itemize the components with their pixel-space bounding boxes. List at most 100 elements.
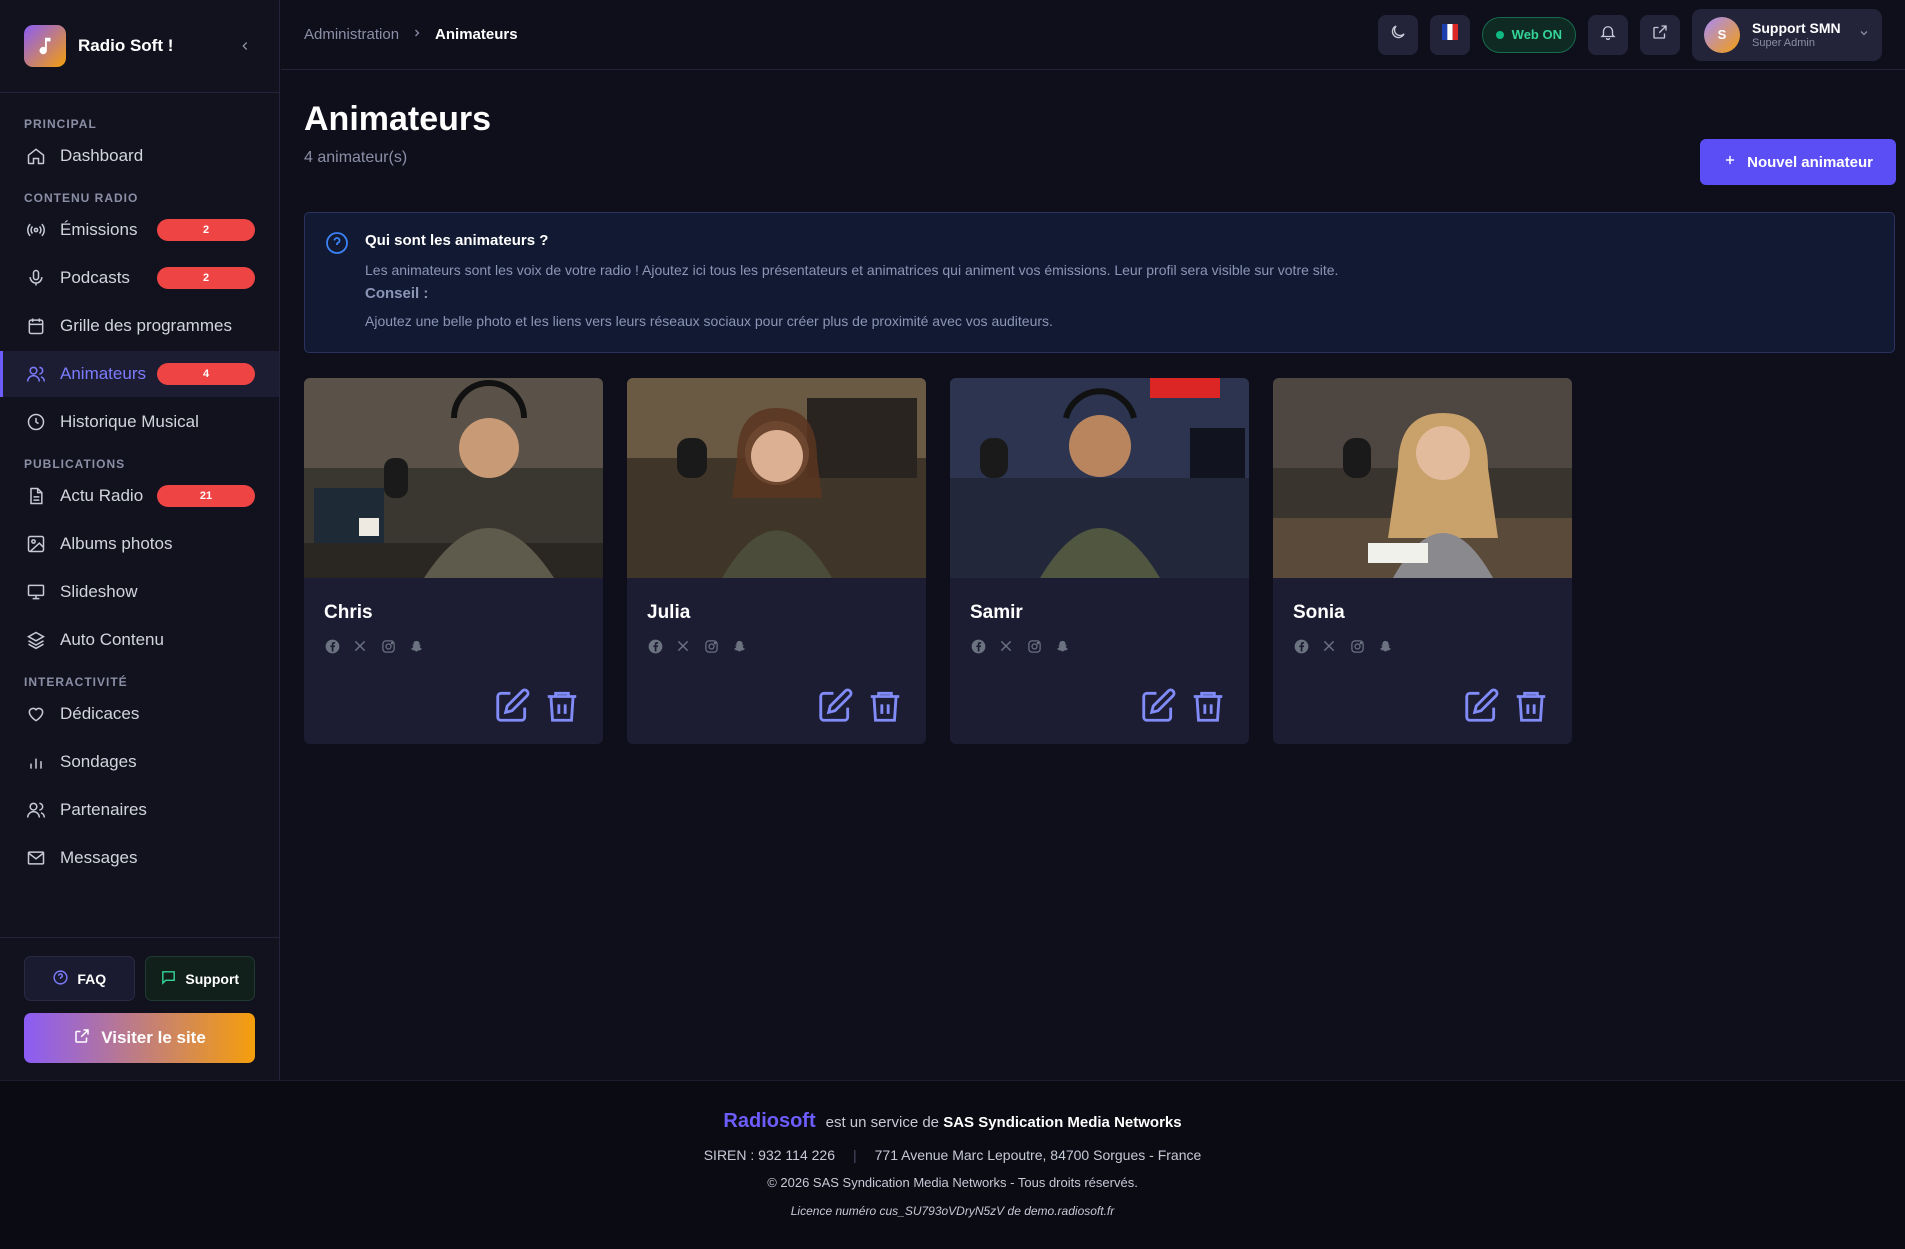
instagram-icon[interactable] [703, 638, 719, 654]
sidebar-item-animateurs[interactable]: Animateurs 4 [0, 351, 279, 397]
visit-site-button[interactable]: Visiter le site [24, 1013, 255, 1063]
snapchat-icon[interactable] [408, 638, 424, 654]
social-links [627, 624, 926, 654]
sidebar-item-dedicaces[interactable]: Dédicaces [0, 691, 279, 737]
sidebar-item-messages[interactable]: Messages [0, 835, 279, 881]
section-title-publications: PUBLICATIONS [24, 457, 126, 471]
sidebar-item-grille[interactable]: Grille des programmes [0, 303, 279, 349]
sidebar-item-label: Podcasts [60, 268, 130, 287]
sidebar-item-albums[interactable]: Albums photos [0, 521, 279, 567]
facebook-icon[interactable] [647, 638, 663, 654]
instagram-icon[interactable] [1349, 638, 1365, 654]
chevron-left-icon[interactable] [235, 36, 255, 56]
info-tip: Ajoutez une belle photo et les liens ver… [365, 313, 1053, 329]
sidebar-item-podcasts[interactable]: Podcasts 2 [0, 255, 279, 301]
sidebar-item-label: Actu Radio [60, 486, 144, 505]
status-dot-icon [1495, 30, 1504, 39]
animateur-photo [627, 378, 926, 578]
count-badge: 21 [157, 485, 255, 507]
sidebar-item-historique[interactable]: Historique Musical [0, 399, 279, 445]
info-box: Qui sont les animateurs ? Les animateurs… [304, 212, 1895, 353]
calendar-icon [26, 316, 46, 336]
facebook-icon[interactable] [324, 638, 340, 654]
sidebar-item-label: Albums photos [60, 534, 173, 553]
info-title: Qui sont les animateurs ? [365, 232, 549, 249]
animateur-card[interactable]: Sonia [1273, 378, 1572, 744]
faq-label: FAQ [77, 970, 107, 987]
sidebar-item-sondages[interactable]: Sondages [0, 739, 279, 785]
card-actions [816, 687, 904, 725]
chevron-down-icon [1858, 26, 1870, 44]
french-flag-icon [1441, 24, 1458, 45]
open-site-button[interactable] [1640, 14, 1680, 55]
user-menu[interactable]: S Support SMN Super Admin [1692, 8, 1882, 61]
notifications-button[interactable] [1588, 14, 1628, 55]
new-animateur-button[interactable]: Nouvel animateur [1700, 139, 1896, 185]
monitor-icon [26, 582, 46, 602]
snapchat-icon[interactable] [731, 638, 747, 654]
sidebar-item-auto-contenu[interactable]: Auto Contenu [0, 617, 279, 663]
language-button[interactable] [1429, 14, 1470, 55]
avatar: S [1704, 16, 1740, 53]
snapchat-icon[interactable] [1054, 638, 1070, 654]
x-twitter-icon[interactable] [352, 638, 368, 654]
instagram-icon[interactable] [1026, 638, 1042, 654]
animateur-name: Sonia [1293, 602, 1345, 623]
animateur-photo [950, 378, 1249, 578]
user-name: Support SMN [1752, 20, 1841, 36]
sidebar-item-partenaires[interactable]: Partenaires [0, 787, 279, 833]
x-twitter-icon[interactable] [675, 638, 691, 654]
snapchat-icon[interactable] [1377, 638, 1393, 654]
home-icon [26, 146, 46, 166]
sidebar-footer: FAQ Support Visiter le site [0, 937, 279, 1080]
facebook-icon[interactable] [970, 638, 986, 654]
sidebar-item-label: Sondages [60, 752, 137, 771]
trash-icon[interactable] [543, 687, 581, 725]
animateur-name: Chris [324, 602, 373, 623]
animateur-card[interactable]: Samir [950, 378, 1249, 744]
web-status-badge[interactable]: Web ON [1481, 16, 1576, 53]
trash-icon[interactable] [866, 687, 904, 725]
moon-icon [1389, 23, 1407, 46]
sidebar-item-actu[interactable]: Actu Radio 21 [0, 473, 279, 519]
edit-icon[interactable] [816, 687, 854, 725]
sidebar-item-slideshow[interactable]: Slideshow [0, 569, 279, 615]
bar-chart-icon [26, 752, 46, 772]
x-twitter-icon[interactable] [1321, 638, 1337, 654]
trash-icon[interactable] [1189, 687, 1227, 725]
animateur-name: Samir [970, 602, 1023, 623]
edit-icon[interactable] [1139, 687, 1177, 725]
social-links [1273, 624, 1572, 654]
breadcrumb-parent[interactable]: Administration [304, 26, 399, 43]
count-badge: 4 [157, 363, 255, 385]
sidebar-item-emissions[interactable]: Émissions 2 [0, 207, 279, 253]
page-header: Animateurs 4 animateur(s) Nouvel animate… [304, 70, 1896, 185]
social-links [950, 624, 1249, 654]
microphone-icon [26, 268, 46, 288]
sidebar-item-label: Auto Contenu [60, 630, 164, 649]
instagram-icon[interactable] [380, 638, 396, 654]
animateur-card[interactable]: Chris [304, 378, 603, 744]
theme-toggle-button[interactable] [1377, 14, 1418, 55]
broadcast-icon [26, 220, 46, 240]
edit-icon[interactable] [493, 687, 531, 725]
visit-site-label: Visiter le site [101, 1028, 206, 1047]
edit-icon[interactable] [1462, 687, 1500, 725]
facebook-icon[interactable] [1293, 638, 1309, 654]
animateur-card[interactable]: Julia [627, 378, 926, 744]
footer-brand[interactable]: Radiosoft [723, 1110, 815, 1133]
trash-icon[interactable] [1512, 687, 1550, 725]
sidebar-item-label: Dédicaces [60, 704, 140, 723]
sidebar-item-label: Partenaires [60, 800, 147, 819]
info-tip-label: Conseil : [365, 285, 429, 302]
faq-button[interactable]: FAQ [24, 956, 135, 1001]
page-subtitle: 4 animateur(s) [304, 149, 408, 166]
page-title: Animateurs [304, 100, 492, 138]
footer: Radiosoft est un service de SAS Syndicat… [0, 1080, 1905, 1249]
x-twitter-icon[interactable] [998, 638, 1014, 654]
section-title-interactivite: INTERACTIVITÉ [24, 675, 128, 689]
brand: Radio Soft ! [0, 0, 279, 93]
sidebar: Radio Soft ! PRINCIPAL Dashboard CONTENU… [0, 0, 280, 1080]
support-button[interactable]: Support [144, 956, 255, 1001]
sidebar-item-dashboard[interactable]: Dashboard [0, 133, 279, 179]
